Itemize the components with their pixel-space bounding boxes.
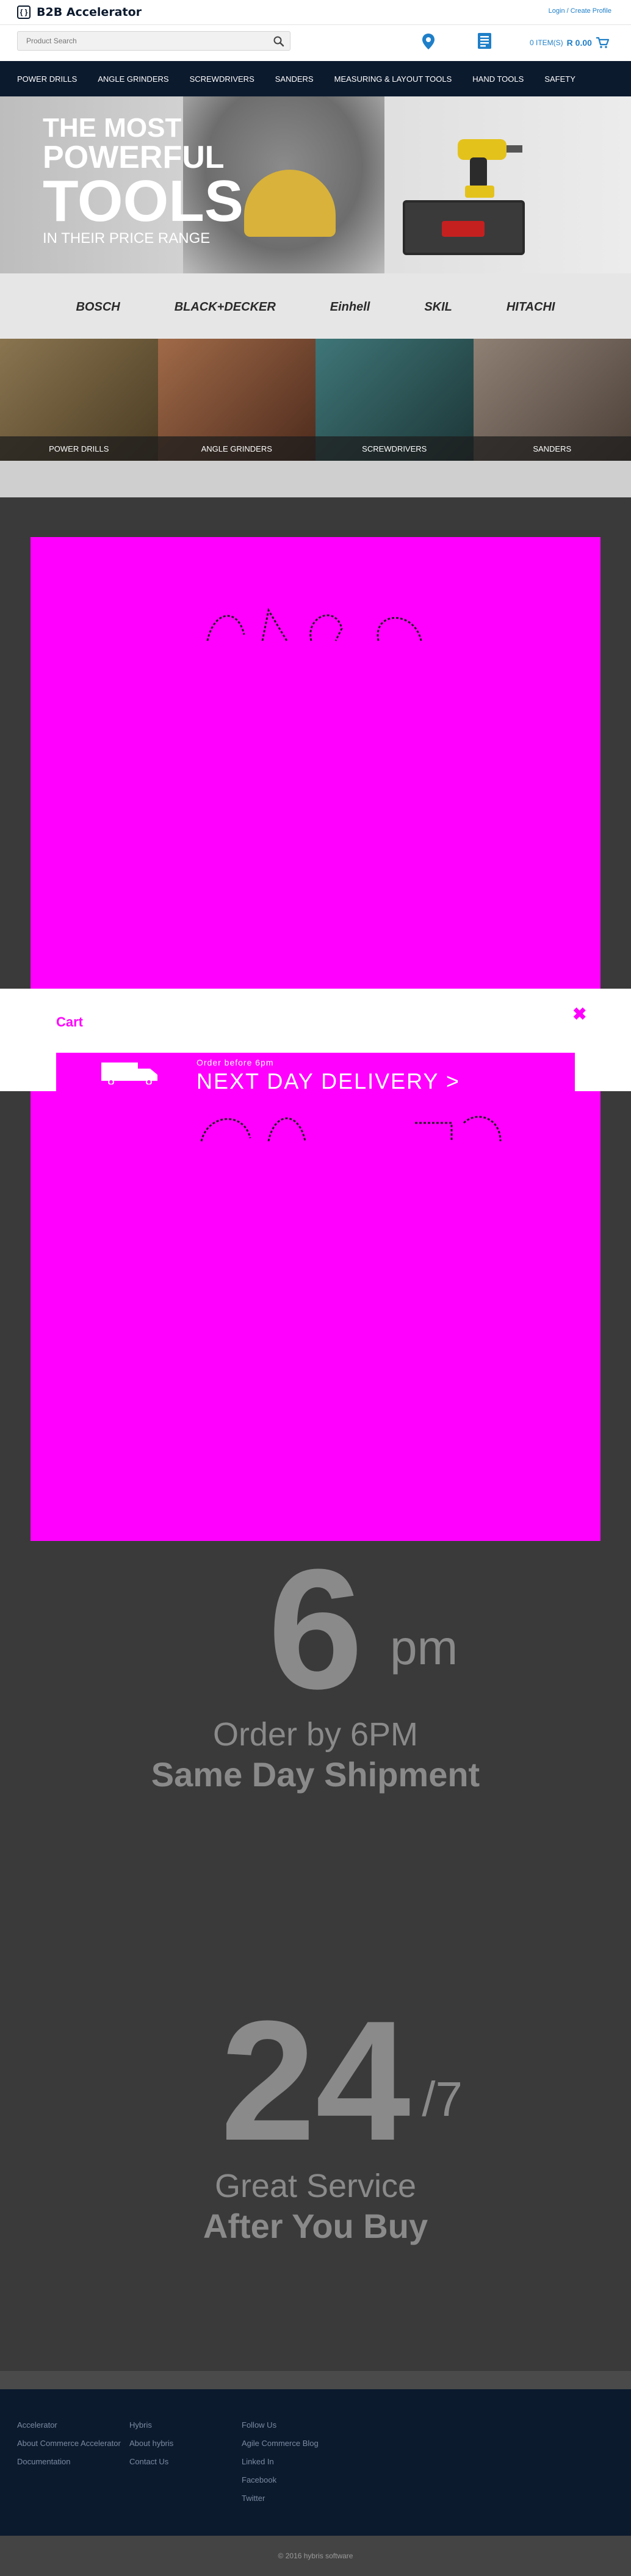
feature-line-2: After You Buy bbox=[203, 2207, 428, 2245]
tool-case-handle bbox=[442, 221, 485, 237]
section-divider bbox=[0, 461, 631, 497]
nav-item-safety[interactable]: SAFETY bbox=[544, 74, 575, 84]
top-bar: { } B2B Accelerator Login / Create Profi… bbox=[0, 0, 631, 24]
main-navigation: POWER DRILLS ANGLE GRINDERS SCREWDRIVERS… bbox=[0, 61, 631, 96]
feature-superscript: pm bbox=[390, 1620, 458, 1675]
footer-link[interactable]: Documentation bbox=[17, 2456, 121, 2467]
feature-same-day-shipment: 6 pm Order by 6PM Same Day Shipment bbox=[0, 1544, 631, 1795]
footer-column-accelerator: Accelerator About Commerce Accelerator D… bbox=[17, 2420, 121, 2475]
category-label: SANDERS bbox=[533, 444, 572, 453]
nav-item-power-drills[interactable]: POWER DRILLS bbox=[17, 74, 77, 84]
drill-image bbox=[458, 139, 522, 198]
feature-great-service: 24 /7 Great Service After You Buy bbox=[0, 1996, 631, 2247]
category-label: POWER DRILLS bbox=[49, 444, 109, 453]
search-input[interactable] bbox=[18, 32, 262, 50]
feature-big-text: 24 bbox=[220, 1986, 411, 2176]
footer-link[interactable]: Agile Commerce Blog bbox=[242, 2438, 345, 2449]
next-day-delivery-banner[interactable]: Order before 6pm NEXT DAY DELIVERY > bbox=[56, 1053, 575, 1094]
brand-logo-hitachi[interactable]: HITACHI bbox=[507, 300, 555, 314]
footer-link[interactable]: Accelerator bbox=[17, 2420, 121, 2431]
brand-logo-black-decker[interactable]: BLACK+DECKER bbox=[175, 300, 276, 314]
truck-icon bbox=[101, 1063, 157, 1084]
category-tile-angle-grinders[interactable]: ANGLE GRINDERS bbox=[157, 339, 316, 461]
cart-modal-title: Cart bbox=[56, 1014, 84, 1030]
hero-line-1: THE MOST bbox=[43, 113, 182, 143]
order-form-icon[interactable] bbox=[476, 32, 493, 50]
footer: Accelerator About Commerce Accelerator D… bbox=[0, 2389, 631, 2536]
category-tile-power-drills[interactable]: POWER DRILLS bbox=[0, 339, 158, 461]
footer-link[interactable]: Facebook bbox=[242, 2475, 345, 2486]
copyright-text: © 2016 hybris software bbox=[278, 2552, 353, 2560]
login-link[interactable]: Login / Create Profile bbox=[549, 7, 611, 15]
category-label: SCREWDRIVERS bbox=[362, 444, 427, 453]
nav-item-sanders[interactable]: SANDERS bbox=[275, 74, 314, 84]
footer-link[interactable]: Contact Us bbox=[129, 2456, 233, 2467]
category-tile-screwdrivers[interactable]: SCREWDRIVERS bbox=[316, 339, 474, 461]
category-label-bar: ANGLE GRINDERS bbox=[157, 436, 316, 461]
feature-number: 24 /7 bbox=[220, 1996, 463, 2167]
mini-cart[interactable]: 0 ITEM(S) R 0.00 bbox=[530, 36, 609, 49]
search-box bbox=[17, 31, 290, 51]
banner-subtitle: Order before 6pm bbox=[197, 1058, 274, 1067]
footer-gap bbox=[0, 2371, 631, 2389]
close-icon[interactable]: ✖ bbox=[572, 1006, 586, 1023]
feature-superscript: /7 bbox=[422, 2072, 463, 2126]
feature-big-text: 6 bbox=[268, 1534, 363, 1725]
brand-logo-einhell[interactable]: Einhell bbox=[330, 300, 370, 314]
cart-item-count: 0 ITEM(S) bbox=[530, 38, 563, 47]
category-tile-sanders[interactable]: SANDERS bbox=[473, 339, 631, 461]
logo-mark-icon: { } bbox=[17, 5, 31, 19]
banner-title: NEXT DAY DELIVERY > bbox=[197, 1069, 460, 1094]
footer-link[interactable]: Twitter bbox=[242, 2493, 345, 2504]
promo-artifact-icon bbox=[206, 607, 422, 641]
footer-link[interactable]: Follow Us bbox=[242, 2420, 345, 2431]
footer-link[interactable]: About Commerce Accelerator bbox=[17, 2438, 121, 2449]
category-tiles: POWER DRILLS ANGLE GRINDERS SCREWDRIVERS… bbox=[0, 339, 631, 461]
category-label-bar: POWER DRILLS bbox=[0, 436, 158, 461]
store-locator-icon[interactable] bbox=[420, 32, 437, 51]
site-logo[interactable]: { } B2B Accelerator bbox=[17, 5, 142, 20]
hero-line-3: TOOLS bbox=[43, 168, 243, 234]
nav-item-hand-tools[interactable]: HAND TOOLS bbox=[472, 74, 524, 84]
category-label-bar: SANDERS bbox=[473, 436, 631, 461]
copyright-bar: © 2016 hybris software bbox=[0, 2536, 631, 2576]
nav-item-measuring-layout-tools[interactable]: MEASURING & LAYOUT TOOLS bbox=[334, 74, 452, 84]
hero-banner[interactable]: THE MOST POWERFUL TOOLS IN THEIR PRICE R… bbox=[0, 96, 631, 273]
feature-number: 6 pm bbox=[268, 1544, 458, 1715]
category-label: ANGLE GRINDERS bbox=[201, 444, 272, 453]
logo-text: B2B Accelerator bbox=[37, 5, 142, 19]
cart-icon[interactable] bbox=[596, 37, 609, 49]
search-bar-row: 0 ITEM(S) R 0.00 bbox=[0, 24, 631, 61]
footer-column-follow-us: Follow Us Agile Commerce Blog Linked In … bbox=[242, 2420, 345, 2511]
feature-line-2: Same Day Shipment bbox=[151, 1755, 480, 1794]
tool-case-image bbox=[403, 200, 525, 255]
search-icon[interactable] bbox=[273, 35, 285, 48]
cart-total: R 0.00 bbox=[566, 38, 592, 48]
cart-modal: Cart ✖ Order before 6pm NEXT DAY DELIVER… bbox=[0, 989, 631, 1094]
nav-item-screwdrivers[interactable]: SCREWDRIVERS bbox=[190, 74, 254, 84]
brand-strip: BOSCH BLACK+DECKER Einhell SKIL HITACHI bbox=[0, 273, 631, 341]
brand-logo-bosch[interactable]: BOSCH bbox=[76, 300, 120, 314]
category-label-bar: SCREWDRIVERS bbox=[316, 436, 474, 461]
footer-link[interactable]: About hybris bbox=[129, 2438, 233, 2449]
footer-link[interactable]: Linked In bbox=[242, 2456, 345, 2467]
hero-headline: THE MOST POWERFUL TOOLS IN THEIR PRICE R… bbox=[43, 115, 244, 248]
promo-artifact-icon bbox=[200, 1116, 502, 1142]
footer-column-hybris: Hybris About hybris Contact Us bbox=[129, 2420, 233, 2475]
footer-link[interactable]: Hybris bbox=[129, 2420, 233, 2431]
brand-logo-skil[interactable]: SKIL bbox=[424, 300, 452, 314]
nav-item-angle-grinders[interactable]: ANGLE GRINDERS bbox=[98, 74, 168, 84]
